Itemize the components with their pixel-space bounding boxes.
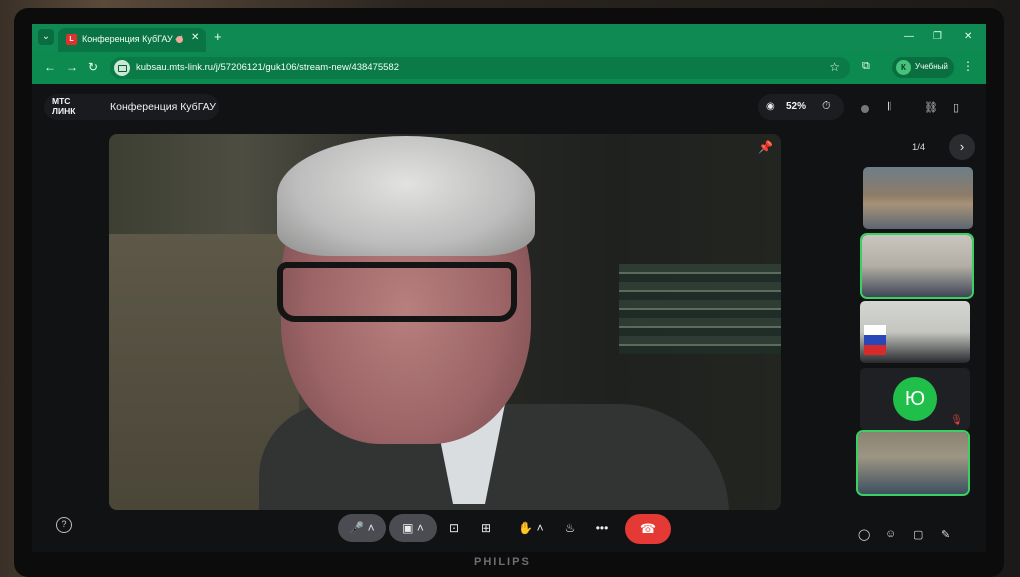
profile-button[interactable]: К Учебный bbox=[892, 57, 954, 78]
link-icon[interactable]: ⛓ bbox=[924, 101, 938, 114]
conference-title: Конференция КубГАУ bbox=[110, 101, 216, 113]
people-icon[interactable]: ☺ bbox=[885, 528, 896, 540]
recording-indicator-icon bbox=[176, 36, 183, 43]
share-screen-icon[interactable]: ⊡ bbox=[441, 514, 467, 542]
reaction-icon[interactable]: ♨ bbox=[557, 514, 583, 542]
browser-tab-strip: ⌄ L Конференция КубГАУ - МТС ✕ + — ❐ ✕ bbox=[32, 24, 986, 52]
monitor-brand: PHILIPS bbox=[474, 556, 531, 568]
participant-tile-two[interactable] bbox=[860, 233, 974, 299]
mts-link-logo: МТС ЛИНК bbox=[52, 96, 75, 116]
audience-percent: 52% bbox=[786, 101, 807, 112]
audio-icon[interactable]: 𝄃 bbox=[888, 101, 890, 114]
menu-icon[interactable]: ⋮ bbox=[962, 59, 974, 73]
apps-icon[interactable]: ⊞ bbox=[473, 514, 499, 542]
logo-bottom: ЛИНК bbox=[52, 106, 76, 116]
profile-avatar: К bbox=[896, 60, 911, 75]
close-window-icon[interactable]: ✕ bbox=[964, 31, 972, 42]
layout-icon[interactable]: ▯ bbox=[953, 101, 959, 114]
profile-name: Учебный bbox=[915, 62, 948, 71]
camera-button[interactable]: ▣ ˄ bbox=[389, 514, 437, 542]
timer-icon[interactable]: ⏱ bbox=[822, 100, 831, 113]
forward-icon[interactable]: → bbox=[66, 60, 78, 74]
video-glasses bbox=[277, 262, 517, 322]
star-icon[interactable]: ☆ bbox=[829, 60, 840, 74]
mic-button[interactable]: 🎤 ˄ bbox=[338, 514, 386, 542]
video-bookshelf bbox=[619, 264, 781, 354]
participant-avatar: Ю bbox=[893, 377, 937, 421]
address-bar[interactable]: kubsau.mts-link.ru/j/57206121/guk106/str… bbox=[110, 57, 850, 79]
site-info-icon[interactable] bbox=[114, 60, 130, 76]
help-icon[interactable]: ? bbox=[56, 517, 72, 533]
hand-icon[interactable]: ✋ ˄ bbox=[511, 514, 551, 542]
logo-top: МТС bbox=[52, 96, 71, 106]
tab-search-icon[interactable]: ⌄ bbox=[38, 29, 54, 45]
files-icon[interactable]: ▢ bbox=[913, 528, 923, 541]
stats-pill[interactable]: ◉ 52% ⏱ bbox=[758, 94, 844, 120]
participant-tile-avatar[interactable]: Ю 🎙 bbox=[860, 368, 970, 430]
app-header: МТС ЛИНК Конференция КубГАУ ◉ 52% ⏱ 𝄃 ⛓ … bbox=[32, 84, 986, 128]
browser-toolbar: ← → ↻ kubsau.mts-link.ru/j/57206121/guk1… bbox=[32, 52, 986, 84]
video-hair bbox=[277, 136, 535, 256]
back-icon[interactable]: ← bbox=[44, 60, 56, 74]
participants-pager: 1/4 bbox=[912, 142, 926, 153]
notes-icon[interactable]: ✎ bbox=[941, 528, 950, 541]
favicon-icon: L bbox=[66, 34, 77, 45]
pin-icon[interactable]: 📌 bbox=[758, 140, 773, 154]
monitor-screen: ⌄ L Конференция КубГАУ - МТС ✕ + — ❐ ✕ ←… bbox=[32, 24, 986, 552]
record-icon[interactable] bbox=[861, 105, 869, 113]
browser-tab[interactable]: L Конференция КубГАУ - МТС ✕ bbox=[58, 28, 206, 52]
more-icon[interactable]: ••• bbox=[589, 514, 615, 542]
participant-tile-hall[interactable] bbox=[863, 167, 973, 229]
brand-block: МТС ЛИНК Конференция КубГАУ bbox=[44, 94, 219, 120]
reload-icon[interactable]: ↻ bbox=[88, 60, 98, 74]
extensions-icon[interactable]: ⧉ bbox=[862, 60, 870, 73]
participant-tile-flags[interactable] bbox=[860, 301, 970, 363]
tab-title: Конференция КубГАУ - МТС bbox=[82, 34, 182, 44]
chevron-right-icon[interactable]: › bbox=[949, 134, 975, 160]
url-text: kubsau.mts-link.ru/j/57206121/guk106/str… bbox=[136, 62, 399, 73]
mic-off-icon: 🎙 bbox=[950, 415, 963, 426]
hangup-button[interactable]: ☎ bbox=[625, 514, 671, 544]
participant-tile-office[interactable] bbox=[856, 430, 970, 496]
flag-image bbox=[864, 325, 886, 355]
minimize-icon[interactable]: — bbox=[904, 31, 914, 42]
new-tab-button[interactable]: + bbox=[214, 29, 222, 44]
close-tab-icon[interactable]: ✕ bbox=[191, 32, 199, 43]
eye-icon: ◉ bbox=[766, 101, 775, 112]
chat-icon[interactable]: ◯ bbox=[858, 528, 870, 541]
speaker-video[interactable]: 📌 bbox=[109, 134, 781, 510]
restore-icon[interactable]: ❐ bbox=[933, 31, 942, 42]
